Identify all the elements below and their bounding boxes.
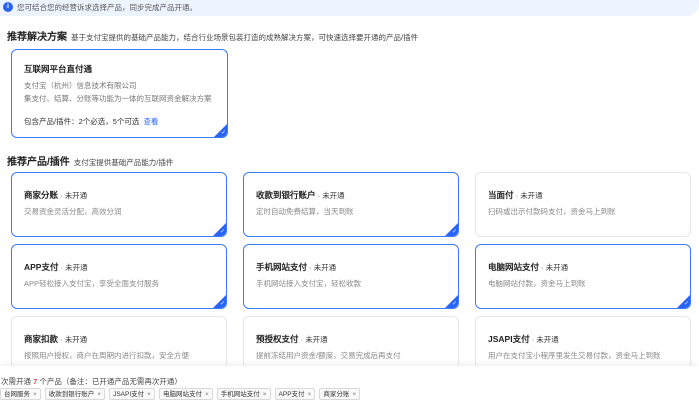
footer-count: 7 [33,377,38,386]
product-card-head: 手机网站支付 · 未开通 [256,257,336,275]
product-status-dot: · [58,335,65,344]
check-icon: ✓ [451,301,457,307]
product-name: JSAPI支付 [488,334,530,344]
selected-tag: 商家分账 × [319,388,361,400]
product-card-head: 当面付 · 未开通 [488,185,543,203]
product-name: APP支付 [24,262,59,272]
product-desc: APP轻松接入支付宝，享受全面支付服务 [24,279,160,288]
product-name: 预授权支付 [256,334,299,344]
footer-bar: 次需开通 7 个产品（备注：已开通产品无需再次开通） 台网服务 × 收款到银行账户 ×… [0,366,699,411]
solution-desc: 集支付、结算、分账等功能为一体的互联网资金解决方案 [24,94,212,103]
notice-text: 您可结合您的经营诉求选择产品，同步完成产品开通。 [17,3,197,12]
product-status: 未开通 [305,335,328,344]
product-card[interactable]: APP支付 · 未开通 APP轻松接入支付宝，享受全面支付服务 ✓ [11,244,227,309]
products-subtitle: 支付宝提供基础产品能力/插件 [73,158,174,167]
solutions-title: 推荐解决方案 [7,32,67,43]
selected-tag: 手机网站支付 × [216,388,271,400]
product-desc: 提前冻结用户资金/额度，交易完成后再支付 [256,351,401,360]
product-name: 商家分账 [24,190,59,200]
products-title: 推荐产品/插件 [7,157,70,168]
product-name: 手机网站支付 [256,262,308,272]
tag-close-icon[interactable]: × [205,391,209,398]
tag-label: 商家分账 [323,391,350,398]
tag-label: 收款到银行账户 [48,391,95,398]
product-desc: 用户在支付宝小程序里发生交易付款，资金马上到账 [488,351,661,360]
tag-close-icon[interactable]: × [97,391,101,398]
tag-close-icon[interactable]: × [147,391,151,398]
product-status-dot: · [307,263,314,272]
product-desc: 手机网站接入支付宝，轻松收款 [256,279,361,288]
solution-include-text: 包含产品/插件：2个必选，5个可选 [24,117,140,126]
tag-close-icon[interactable]: × [33,391,37,398]
product-name: 当面付 [488,190,514,200]
tag-label: APP支付 [278,391,305,398]
product-desc: 电脑网站付款，资金马上到账 [488,279,586,288]
product-desc: 交易资金灵活分配，高效分润 [24,207,122,216]
solution-company: 支付宝（杭州）信息技术有限公司 [24,81,137,90]
view-link[interactable]: 查看 [143,117,158,126]
selected-tag: 电脑网站支付 × [158,388,213,400]
product-card-head: 商家扣款 · 未开通 [24,329,87,347]
footer-summary: 次需开通 7 个产品（备注：已开通产品无需再次开通） [1,376,182,387]
check-icon: ✓ [219,229,225,235]
product-desc: 按照用户授权，商户在周期内进行扣款，安全方便 [24,351,189,360]
product-card[interactable]: 电脑网站支付 · 未开通电脑网站付款，资金马上到账 ✓ [475,244,691,309]
solution-name: 互联网平台直付通 [24,64,93,74]
solutions-header: 推荐解决方案 基于支付宝提供的基础产品能力，结合行业场景包装打造的成熟解决方案，可… [7,27,418,45]
solution-include: 包含产品/插件：2个必选，5个可选 查看 [24,116,158,127]
selected-tag: 收款到银行账户 × [44,388,106,400]
check-icon: ✓ [219,301,225,307]
tag-close-icon[interactable]: × [263,391,267,398]
solutions-subtitle: 基于支付宝提供的基础产品能力，结合行业场景包装打造的成熟解决方案，可快速选择要开… [71,33,419,42]
product-name: 收款到银行账户 [256,190,316,200]
product-card-head: APP支付 · 未开通 [24,257,88,275]
footer-prefix: 次需开通 [1,377,31,386]
solution-card[interactable]: 互联网平台直付通 支付宝（杭州）信息技术有限公司 集支付、结算、分账等功能为一体… [11,49,228,138]
selected-tags: 台网服务 × 收款到银行账户 × JSAPI支付 × 电脑网站支付 × 手机网站支付 × APP支付… [0,388,364,400]
product-name: 商家扣款 [24,334,59,344]
selected-tag: JSAPI支付 × [109,388,155,400]
product-status: 未开通 [536,335,559,344]
tag-close-icon[interactable]: × [352,391,356,398]
check-icon: ✓ [220,130,226,136]
notice-bar: i 您可结合您的经营诉求选择产品，同步完成产品开通。 [0,0,699,16]
product-card[interactable]: 收款到银行账户 · 未开通定时自动免费结算，当天到账 ✓ [243,172,459,237]
tag-label: 电脑网站支付 [162,391,202,398]
product-card[interactable]: 商家分账 · 未开通交易资金灵活分配，高效分润 ✓ [11,172,227,237]
product-status: 未开通 [65,263,88,272]
product-card-head: 预授权支付 · 未开通 [256,329,328,347]
product-card-head: JSAPI支付 · 未开通 [488,329,559,347]
product-card-head: 电脑网站支付 · 未开通 [488,257,568,275]
tag-label: 手机网站支付 [220,391,260,398]
product-card-head: 收款到银行账户 · 未开通 [256,185,345,203]
products-header: 推荐产品/插件 支付宝提供基础产品能力/插件 [7,152,173,170]
product-status: 未开通 [313,263,337,272]
tag-label: JSAPI支付 [113,391,145,398]
footer-suffix: 个产品（备注：已开通产品无需再次开通） [39,377,182,386]
product-status: 未开通 [545,263,569,272]
product-status-dot: · [58,191,65,200]
check-icon: ✓ [683,301,689,307]
check-icon: ✓ [451,229,457,235]
product-card[interactable]: 手机网站支付 · 未开通手机网站接入支付宝，轻松收款 ✓ [243,244,459,309]
product-card-head: 商家分账 · 未开通 [24,185,87,203]
product-status: 未开通 [64,335,88,344]
product-status: 未开通 [322,191,345,200]
product-name: 电脑网站支付 [488,262,540,272]
product-desc: 定时自动免费结算，当天到账 [256,207,354,216]
tag-close-icon[interactable]: × [308,391,312,398]
selected-tag: APP支付 × [274,388,316,400]
product-desc: 扫码或出示付款码支付，资金马上到账 [488,207,616,216]
info-icon: i [3,2,13,12]
product-card[interactable]: 当面付 · 未开通扫码或出示付款码支付，资金马上到账 [475,172,691,237]
tag-label: 台网服务 [4,391,30,398]
product-status: 未开通 [520,191,543,200]
product-status: 未开通 [64,191,88,200]
product-status-dot: · [539,263,546,272]
selected-tag: 台网服务 × [0,388,41,400]
